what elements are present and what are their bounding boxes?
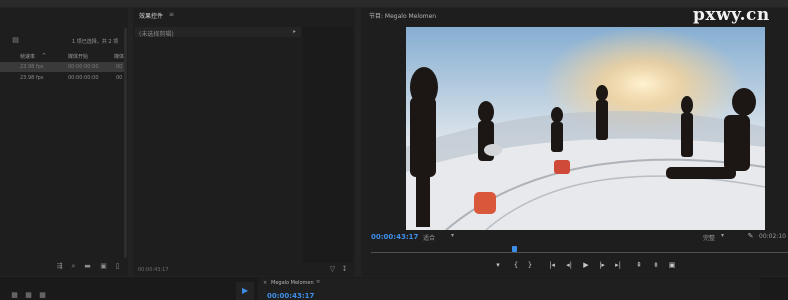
fit-label: 适合	[423, 235, 436, 242]
program-monitor-panel: 节目: Megalo Melomen 00:00:43:17 适合 ▾ 完整 ▾…	[361, 8, 788, 276]
calendar-icon[interactable]: ▦	[11, 292, 18, 299]
video-image	[406, 27, 765, 230]
table-row[interactable]: 23.98 fps 00:00:00:00 00	[0, 73, 124, 83]
play-icon[interactable]: ▶	[581, 261, 591, 269]
timeline-timecode[interactable]: 00:00:43:17	[267, 292, 314, 300]
row-media-end: 00	[116, 75, 123, 81]
automate-icon[interactable]: ⇶	[56, 263, 63, 270]
row-frame-rate: 23.98 fps	[20, 75, 44, 81]
quality-dropdown[interactable]: 完整 ▾	[703, 232, 729, 242]
folder-icon[interactable]: ▤	[12, 37, 19, 44]
add-marker-icon[interactable]: ▾	[494, 261, 502, 269]
chevron-down-icon: ▾	[721, 232, 725, 239]
step-back-icon[interactable]: ◂|	[564, 261, 574, 269]
column-frame-rate[interactable]: 帧速率	[20, 53, 35, 60]
effect-controls-header: 效果控件 ≡	[133, 8, 355, 22]
row-media-start: 00:00:00:00	[68, 64, 99, 70]
extract-icon[interactable]: ⇟	[650, 261, 662, 269]
program-duration: 00:02:10	[759, 233, 786, 240]
mark-in-icon[interactable]: {	[512, 261, 520, 269]
expand-arrow-icon[interactable]: ▸	[293, 28, 296, 35]
export-frame-icon[interactable]: ▣	[667, 261, 677, 269]
scrub-track	[371, 252, 788, 253]
quality-label: 完整	[703, 235, 716, 242]
effects-time: 00:00:43:17	[138, 267, 169, 273]
watermark: pxwy.cn	[693, 5, 770, 25]
calendar-icon[interactable]: ▦	[25, 292, 32, 299]
panel-title[interactable]: 效果控件	[139, 11, 163, 20]
no-clip-label: (未选择剪辑)	[139, 31, 174, 38]
timeline-panel: × Megalo Melomen ≡ 00:00:43:17	[258, 278, 760, 300]
project-scrollbar[interactable]	[124, 28, 127, 258]
find-icon[interactable]: ⌕	[70, 263, 77, 270]
scrub-bar[interactable]	[371, 246, 788, 254]
panel-menu-icon[interactable]: ≡	[169, 11, 174, 18]
chevron-down-icon: ▾	[451, 232, 455, 239]
no-clip-bar: (未选择剪辑) ▸	[135, 27, 301, 38]
sequence-tab[interactable]: Megalo Melomen	[271, 280, 314, 286]
row-media-end: 00	[116, 64, 123, 70]
top-bar	[0, 0, 788, 7]
new-item-icon[interactable]: ▣	[100, 263, 107, 270]
filter-icon[interactable]: ▽	[329, 266, 336, 273]
effect-controls-panel: 效果控件 ≡ (未选择剪辑) ▸ 00:00:43:17 ▽ ↧	[133, 8, 355, 276]
table-row[interactable]: 23.98 fps 00:00:00:00 00	[0, 62, 124, 72]
wrench-icon[interactable]: ✎	[747, 233, 754, 240]
sort-icon[interactable]: ^	[42, 53, 46, 59]
program-title[interactable]: 节目: Megalo Melomen	[369, 11, 436, 20]
tools-panel: ▶	[236, 282, 254, 300]
selection-count: 1 项已选择，共 2 项	[72, 39, 119, 45]
video-frame[interactable]	[406, 27, 765, 230]
clear-icon[interactable]: ▯	[114, 263, 121, 270]
step-forward-icon[interactable]: |▸	[597, 261, 607, 269]
calendar-icon[interactable]: ▦	[39, 292, 46, 299]
project-column-header: 帧速率 ^ 媒体开始 媒体	[0, 51, 128, 61]
program-timecode[interactable]: 00:00:43:17	[371, 233, 418, 241]
export-icon[interactable]: ↧	[341, 266, 348, 273]
row-media-start: 00:00:00:00	[68, 75, 99, 81]
project-panel: ▤ 1 项已选择，共 2 项 帧速率 ^ 媒体开始 媒体 23.98 fps 0…	[0, 8, 128, 276]
timeline-menu-icon[interactable]: ≡	[316, 279, 320, 285]
column-media-end[interactable]: 媒体	[114, 53, 124, 60]
lift-icon[interactable]: ⇞	[633, 261, 645, 269]
playhead-marker[interactable]	[512, 246, 517, 252]
new-bin-icon[interactable]: ▬	[84, 263, 91, 270]
effects-timeline-area	[303, 27, 353, 263]
close-icon[interactable]: ×	[263, 280, 267, 286]
selection-tool-icon[interactable]: ▶	[242, 286, 248, 295]
fit-dropdown[interactable]: 适合 ▾	[423, 232, 459, 242]
go-to-out-icon[interactable]: ▸|	[613, 261, 623, 269]
row-frame-rate: 23.98 fps	[20, 64, 44, 70]
mark-out-icon[interactable]: }	[526, 261, 534, 269]
column-media-start[interactable]: 媒体开始	[68, 53, 88, 60]
go-to-in-icon[interactable]: |◂	[547, 261, 557, 269]
